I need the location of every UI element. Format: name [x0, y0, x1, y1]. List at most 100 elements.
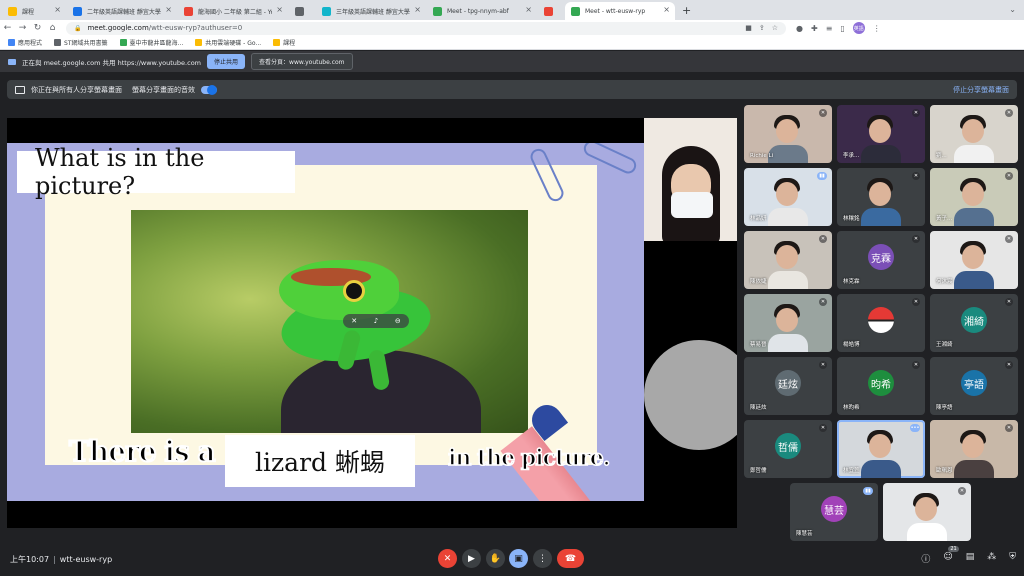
home-icon[interactable]: ⌂: [45, 23, 60, 33]
browser-tab[interactable]: 課程 ×: [2, 2, 66, 20]
close-icon[interactable]: ×: [663, 5, 670, 14]
mic-muted-icon: ✕: [912, 109, 920, 117]
participant-name: 林宜萱: [843, 468, 860, 474]
mic-off-icon[interactable]: ✕: [351, 317, 357, 325]
mic-muted-icon: ✕: [819, 424, 827, 432]
bookmark-item[interactable]: 臺中市龍井區龍海...: [119, 38, 184, 47]
bookmark-item[interactable]: 應用程式: [8, 38, 42, 47]
stop-presenting-button[interactable]: 停止分享螢幕畫面: [953, 85, 1009, 95]
view-tab-button[interactable]: 查看分頁：www.youtube.com: [251, 53, 353, 70]
mic-muted-icon: ✕: [1005, 109, 1013, 117]
participant-face: [869, 434, 891, 458]
sentence-end: in the picture.: [447, 444, 611, 472]
bookmark-item[interactable]: ST網域共用書籤: [54, 38, 108, 47]
browser-tab[interactable]: Meet - tpg-nnym-abf ×: [427, 2, 537, 20]
tab-label: Meet - tpg-nnym-abf: [447, 7, 509, 15]
mic-toggle-button[interactable]: ✕: [438, 549, 457, 568]
participant-tile[interactable]: ✕ 蔡易晉: [744, 294, 832, 352]
screen-share-icon: [8, 58, 16, 65]
leave-call-button[interactable]: ☎: [557, 549, 584, 568]
participant-avatar: 亭語: [961, 370, 987, 396]
browser-tab[interactable]: [538, 2, 564, 20]
participant-tile[interactable]: ✕ 何沐宸: [930, 231, 1018, 289]
people-icon[interactable]: ☺ 21: [943, 546, 959, 565]
close-icon[interactable]: ×: [54, 5, 61, 14]
share-audio-toggle[interactable]: [201, 84, 217, 95]
participant-body: [861, 145, 901, 163]
participant-tile[interactable]: 湘綺 ✕ 王湘綺: [930, 294, 1018, 352]
browser-tab[interactable]: 二年級英語課輔班 靜宜大學英語系 ×: [67, 2, 177, 20]
host-controls-icon[interactable]: ⛨: [1009, 552, 1016, 565]
participant-tile[interactable]: ▮▮ 林品妍: [744, 168, 832, 226]
bookmark-label: 臺中市龍井區龍海...: [129, 40, 184, 47]
stop-sharing-button[interactable]: 停止共用: [207, 54, 246, 69]
lock-icon[interactable]: 🔒: [74, 25, 81, 32]
participant-body: [861, 208, 901, 226]
raise-hand-button[interactable]: ✋: [486, 549, 505, 568]
mic-muted-icon: ✕: [1005, 298, 1013, 306]
minus-circle-icon[interactable]: ⊖: [395, 317, 401, 325]
mic-muted-icon: ✕: [912, 298, 920, 306]
more-options-button[interactable]: ⋮: [533, 549, 552, 568]
info-icon[interactable]: ⓘ: [921, 552, 930, 565]
side-panel-icon[interactable]: ▯: [840, 24, 844, 33]
participant-tile[interactable]: ✕ 歐珮恩: [930, 420, 1018, 478]
url-field[interactable]: 🔒 meet.google.com/wtt-eusw-ryp?authuser=…: [66, 21, 786, 35]
participant-tile[interactable]: ✕ 林穰銘: [837, 168, 925, 226]
participant-tile[interactable]: ✕: [883, 483, 971, 541]
participant-tile[interactable]: ✕ 劉...: [930, 105, 1018, 163]
present-button[interactable]: ▣: [509, 549, 528, 568]
participant-tile[interactable]: 亭語 ✕ 陳亭語: [930, 357, 1018, 415]
browser-tab-active[interactable]: Meet - wtt-eusw-ryp ×: [565, 2, 675, 20]
extension-icon[interactable]: ●: [796, 24, 803, 33]
participant-name: 蔡易晉: [750, 342, 767, 348]
participant-tile[interactable]: 哲儒 ✕ 鄭哲儒: [744, 420, 832, 478]
camera-toggle-button[interactable]: ▶: [462, 549, 481, 568]
bookmark-star-icon[interactable]: ☆: [772, 24, 778, 32]
participant-tile[interactable]: ✕ 黃子...: [930, 168, 1018, 226]
chat-icon[interactable]: ▤: [966, 552, 975, 565]
new-tab-button[interactable]: +: [682, 4, 691, 17]
extensions-puzzle-icon[interactable]: ✚: [811, 24, 818, 33]
participant-tile[interactable]: ✕ 楊皓博: [837, 294, 925, 352]
participant-face: [915, 497, 937, 521]
present-icon: ▣: [514, 553, 523, 564]
close-icon[interactable]: ×: [276, 5, 283, 14]
participant-tile[interactable]: ✕ 李承...: [837, 105, 925, 163]
profile-avatar[interactable]: 英語: [852, 22, 865, 34]
participant-tile[interactable]: 慧芸 ▮▮ 陳慧芸: [790, 483, 878, 541]
mic-muted-icon: ✕: [819, 235, 827, 243]
share-icon[interactable]: ⇪: [759, 24, 765, 32]
participant-name: 楊皓博: [843, 342, 860, 348]
slide-title: What is in the picture?: [17, 144, 295, 200]
tab-favicon-icon: [544, 7, 553, 16]
browser-tab[interactable]: 龍海國小 二年級 第二組 - Yo ×: [178, 2, 288, 20]
menu-kebab-icon[interactable]: ⋮: [873, 24, 881, 33]
reload-icon[interactable]: ↻: [30, 23, 45, 33]
forward-icon[interactable]: →: [15, 23, 30, 33]
reading-list-icon[interactable]: ≡: [826, 24, 833, 33]
participant-tile[interactable]: ••• 林宜萱: [837, 420, 925, 478]
bookmark-label: 共用雲端硬碟 - Go...: [205, 40, 262, 47]
participant-tile[interactable]: 克霖 ✕ 林克霖: [837, 231, 925, 289]
participant-tile[interactable]: 廷炫 ✕ 陳廷炫: [744, 357, 832, 415]
bookmark-item[interactable]: 共用雲端硬碟 - Go...: [195, 38, 261, 47]
participant-tile[interactable]: ✕ Richie Li: [744, 105, 832, 163]
pokeball-avatar-icon: [868, 307, 894, 333]
participant-body: [768, 145, 808, 163]
browser-tab[interactable]: 三年級英語課輔班 靜宜大學英語系 ×: [316, 2, 426, 20]
tab-search-icon[interactable]: ⌄: [1009, 5, 1016, 14]
browser-tab[interactable]: [289, 2, 315, 20]
close-icon[interactable]: ×: [165, 5, 172, 14]
close-icon[interactable]: ×: [525, 5, 532, 14]
back-icon[interactable]: ←: [0, 23, 15, 33]
bookmark-item[interactable]: 課程: [273, 38, 295, 47]
more-options-icon: •••: [910, 424, 920, 432]
participant-tile[interactable]: ✕ 陳依婕: [744, 231, 832, 289]
camera-permission-icon[interactable]: ■: [745, 24, 752, 32]
activities-icon[interactable]: ⁂: [987, 552, 996, 565]
tab-label: Meet - wtt-eusw-ryp: [585, 7, 646, 15]
volume-icon[interactable]: ♪: [374, 317, 378, 325]
participant-tile[interactable]: 昀希 ✕ 林昀希: [837, 357, 925, 415]
close-icon[interactable]: ×: [414, 5, 421, 14]
